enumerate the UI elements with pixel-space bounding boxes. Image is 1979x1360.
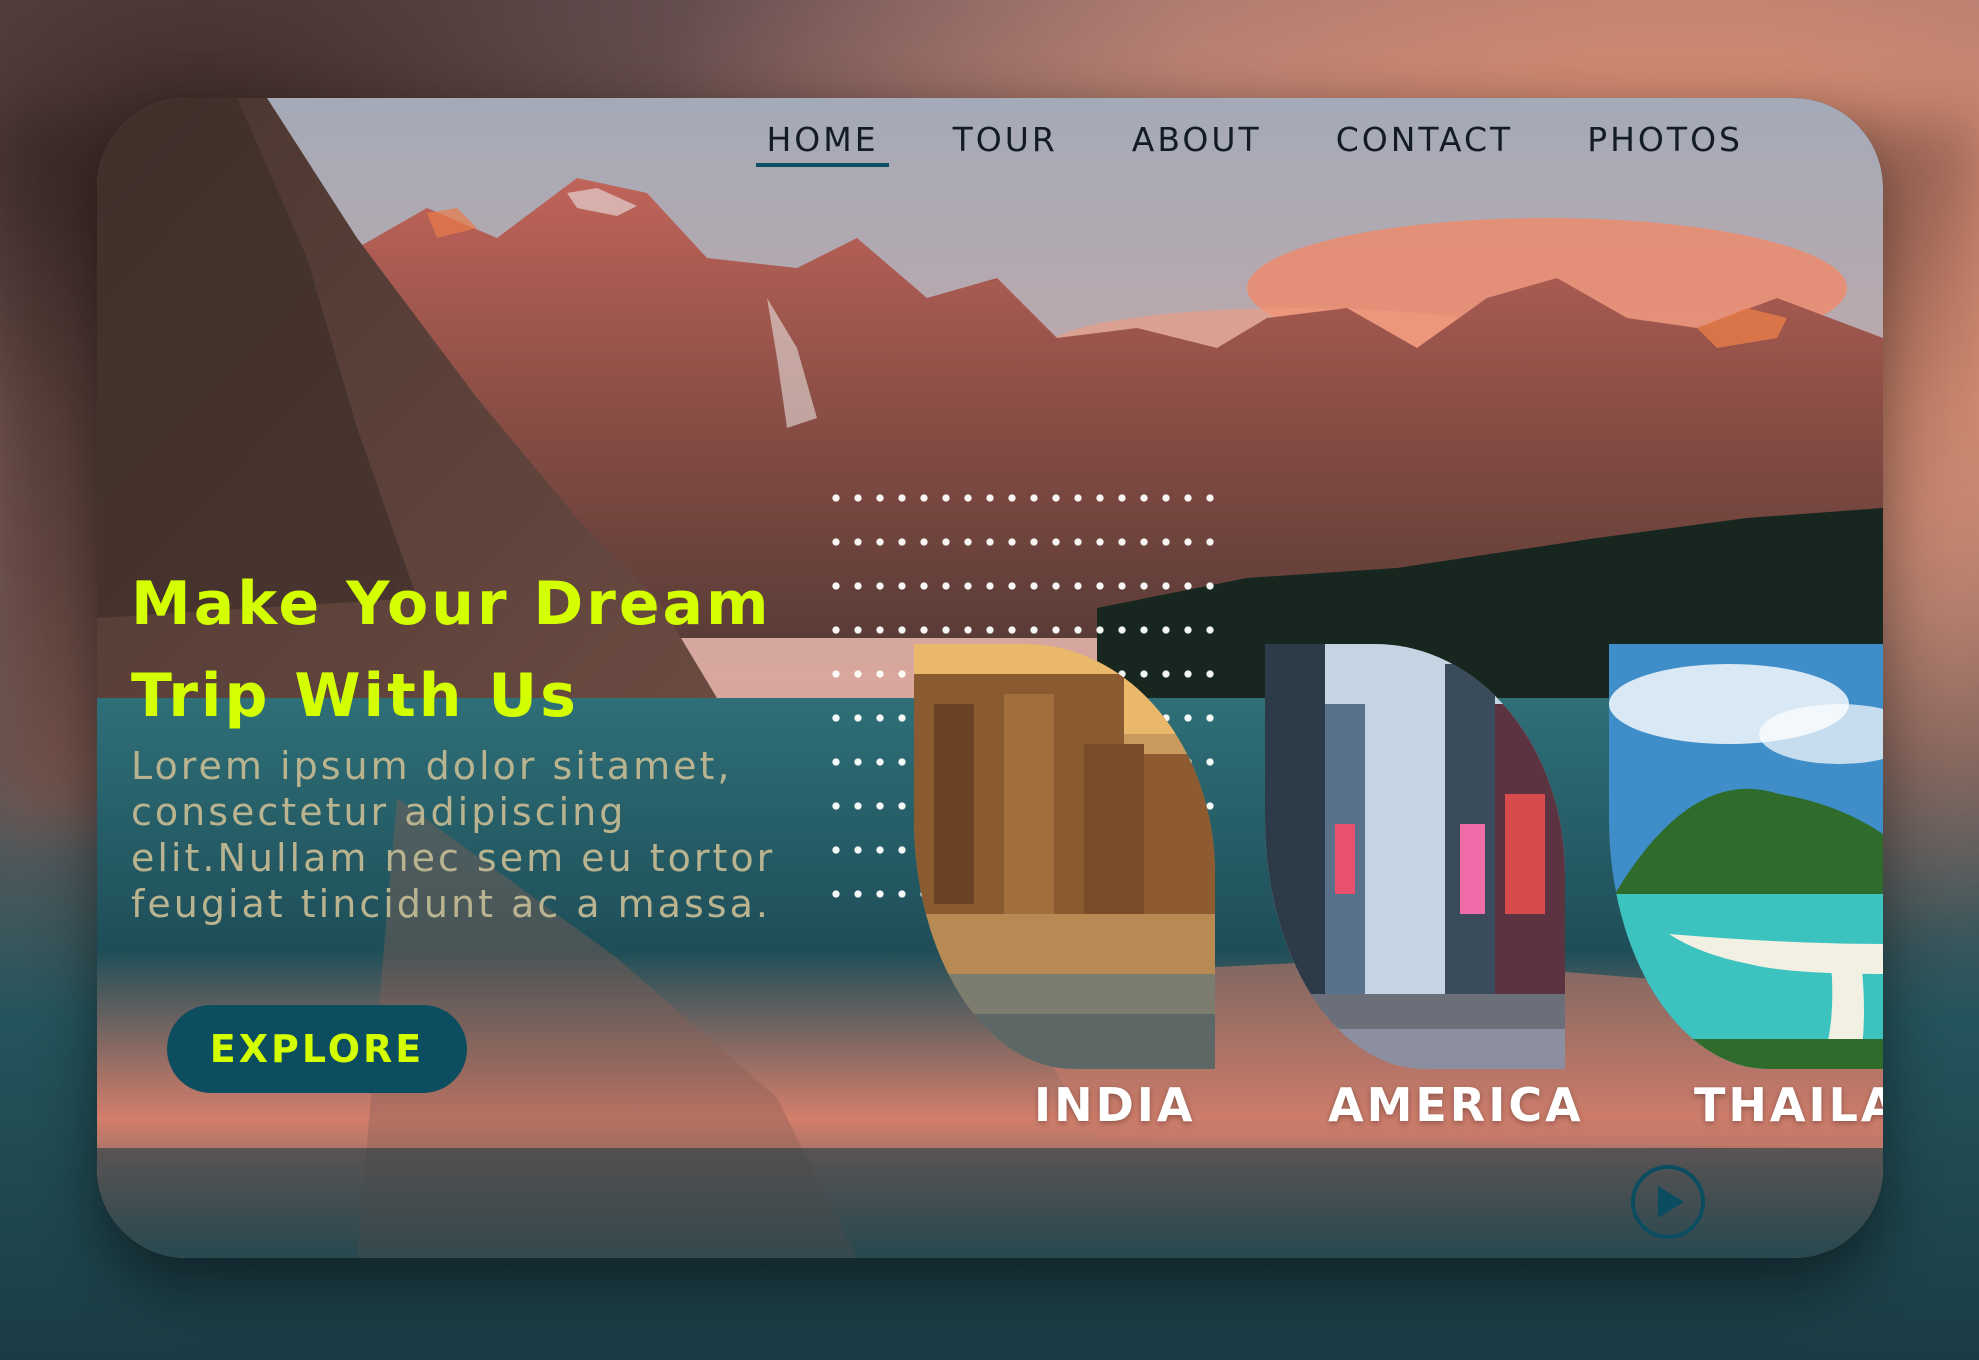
hero-description: Lorem ipsum dolor sitamet, consectetur a…	[131, 744, 776, 926]
nav-tour[interactable]: TOUR	[943, 120, 1068, 167]
destination-card-india[interactable]	[914, 644, 1215, 1069]
explore-button[interactable]: EXPLORE	[167, 1005, 467, 1093]
play-icon	[1658, 1186, 1684, 1218]
destination-label-america: AMERICA	[1328, 1078, 1584, 1132]
nav-photos[interactable]: PHOTOS	[1577, 120, 1753, 167]
hero-headline: Make Your Dream Trip With Us	[131, 558, 831, 742]
india-photo	[914, 644, 1215, 1069]
nav-about[interactable]: ABOUT	[1122, 120, 1272, 167]
thailand-photo	[1609, 644, 1883, 1069]
hero-card: HOME TOUR ABOUT CONTACT PHOTOS Make Your…	[97, 98, 1883, 1258]
nav-home[interactable]: HOME	[756, 120, 889, 167]
nav-contact[interactable]: CONTACT	[1326, 120, 1524, 167]
america-photo	[1265, 644, 1565, 1069]
headline-line-2: Trip With Us	[131, 661, 579, 731]
destination-card-thailand[interactable]	[1609, 644, 1883, 1069]
play-button[interactable]	[1631, 1165, 1705, 1239]
destination-label-india: INDIA	[1034, 1078, 1196, 1132]
destination-label-thailand: THAILA	[1694, 1078, 1883, 1132]
destination-card-america[interactable]	[1265, 644, 1565, 1069]
headline-line-1: Make Your Dream	[131, 569, 772, 639]
main-nav: HOME TOUR ABOUT CONTACT PHOTOS	[756, 120, 1753, 167]
